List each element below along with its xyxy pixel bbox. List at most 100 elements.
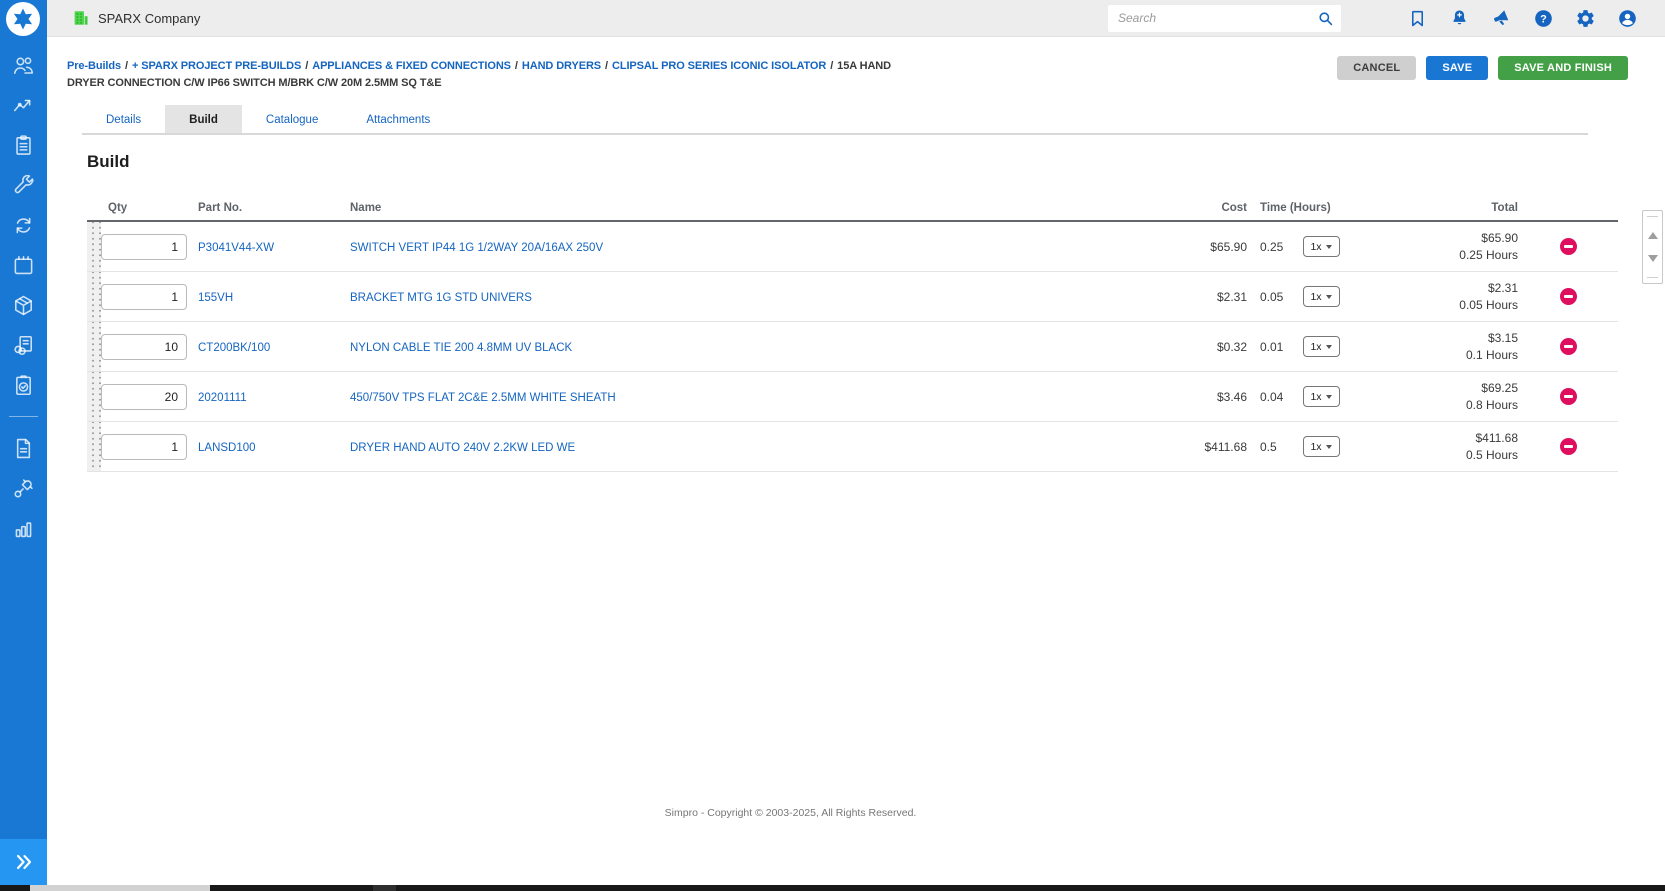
part-no-link[interactable]: CT200BK/100	[198, 342, 270, 354]
part-no-link[interactable]: P3041V44-XW	[198, 242, 274, 254]
account-button[interactable]	[1615, 6, 1639, 30]
sidebar-item-invoices[interactable]	[0, 325, 47, 365]
save-and-finish-button[interactable]: SAVE AND FINISH	[1498, 56, 1628, 80]
qty-cell	[101, 434, 198, 460]
part-no-cell: 20201111	[198, 388, 350, 406]
bookmark-button[interactable]	[1405, 6, 1429, 30]
scroll-bottom-dash	[1647, 277, 1658, 278]
tab-details[interactable]: Details	[82, 105, 165, 133]
sidebar-item-schedule[interactable]	[0, 245, 47, 285]
dropdown-arrow-icon	[1326, 345, 1332, 349]
breadcrumb-link[interactable]: HAND DRYERS	[522, 60, 601, 72]
rate-multiplier-dropdown[interactable]: 1x	[1303, 336, 1340, 357]
total-cell: $69.250.8 Hours	[1343, 380, 1518, 414]
part-no-link[interactable]: LANSD100	[198, 442, 256, 454]
remove-cell	[1518, 288, 1618, 305]
announcements-button[interactable]	[1489, 6, 1513, 30]
settings-button[interactable]	[1573, 6, 1597, 30]
expand-sidebar-button[interactable]	[0, 839, 47, 885]
search-input[interactable]	[1108, 5, 1341, 32]
dropdown-arrow-icon	[1326, 295, 1332, 299]
sidebar-item-recurring[interactable]	[0, 205, 47, 245]
part-no-link[interactable]: 155VH	[198, 292, 233, 304]
qty-input[interactable]	[101, 434, 187, 460]
company-building-icon	[72, 9, 90, 27]
rate-multiplier-dropdown[interactable]: 1x	[1303, 436, 1340, 457]
sidebar-item-inventory[interactable]	[0, 285, 47, 325]
column-header-name: Name	[350, 202, 1147, 214]
breadcrumb-link[interactable]: Pre-Builds	[67, 60, 121, 72]
rate-multiplier-value: 1x	[1310, 241, 1321, 253]
help-button[interactable]: ?	[1531, 6, 1555, 30]
item-name-link[interactable]: BRACKET MTG 1G STD UNIVERS	[350, 292, 532, 304]
rate-multiplier-dropdown[interactable]: 1x	[1303, 286, 1340, 307]
drag-handle[interactable]	[87, 272, 101, 321]
tab-catalogue[interactable]: Catalogue	[242, 105, 342, 133]
jobs-icon	[11, 133, 36, 158]
simpro-logo[interactable]	[6, 2, 40, 36]
dropdown-arrow-icon	[1326, 245, 1332, 249]
double-chevron-right-icon	[13, 851, 35, 873]
topbar-actions: ?	[1405, 6, 1639, 30]
item-name-cell: SWITCH VERT IP44 1G 1/2WAY 20A/16AX 250V	[350, 238, 1147, 256]
remove-cell	[1518, 388, 1618, 405]
scroll-up-button[interactable]	[1648, 232, 1658, 239]
drag-handle[interactable]	[87, 322, 101, 371]
sidebar-item-tasks[interactable]	[0, 365, 47, 405]
sidebar-item-documents[interactable]	[0, 428, 47, 468]
remove-row-button[interactable]	[1560, 238, 1577, 255]
rate-multiplier-dropdown[interactable]: 1x	[1303, 386, 1340, 407]
qty-input[interactable]	[101, 284, 187, 310]
remove-row-button[interactable]	[1560, 338, 1577, 355]
cost-value: $2.31	[1147, 290, 1247, 304]
tab-build[interactable]: Build	[165, 105, 242, 133]
horizontal-scrollbar-thumb[interactable]	[30, 885, 210, 891]
item-name-link[interactable]: NYLON CABLE TIE 200 4.8MM UV BLACK	[350, 342, 572, 354]
part-no-link[interactable]: 20201111	[198, 392, 247, 404]
breadcrumb-link[interactable]: + SPARX PROJECT PRE-BUILDS	[132, 60, 301, 72]
column-header-cost: Cost	[1147, 202, 1247, 214]
breadcrumb: Pre-Builds/+ SPARX PROJECT PRE-BUILDS/AP…	[67, 58, 912, 92]
sidebar-item-service[interactable]	[0, 165, 47, 205]
rate-cell: 1x	[1299, 236, 1343, 257]
item-name-link[interactable]: SWITCH VERT IP44 1G 1/2WAY 20A/16AX 250V	[350, 242, 603, 254]
settings-icon	[1575, 8, 1596, 29]
drag-handle[interactable]	[87, 222, 101, 271]
tab-attachments[interactable]: Attachments	[342, 105, 454, 133]
remove-row-button[interactable]	[1560, 388, 1577, 405]
part-no-cell: CT200BK/100	[198, 338, 350, 356]
qty-input[interactable]	[101, 234, 187, 260]
help-icon: ?	[1533, 8, 1554, 29]
time-value: 0.5	[1247, 440, 1299, 454]
sidebar-item-reports[interactable]	[0, 508, 47, 548]
rate-cell: 1x	[1299, 336, 1343, 357]
drag-handle[interactable]	[87, 372, 101, 421]
remove-cell	[1518, 438, 1618, 455]
remove-row-button[interactable]	[1560, 288, 1577, 305]
item-name-link[interactable]: DRYER HAND AUTO 240V 2.2KW LED WE	[350, 442, 575, 454]
qty-cell	[101, 234, 198, 260]
company-selector: SPARX Company	[72, 9, 200, 27]
save-button[interactable]: SAVE	[1426, 56, 1488, 80]
breadcrumb-link[interactable]: APPLIANCES & FIXED CONNECTIONS	[312, 60, 511, 72]
rate-multiplier-value: 1x	[1310, 341, 1321, 353]
item-name-cell: BRACKET MTG 1G STD UNIVERS	[350, 288, 1147, 306]
qty-input[interactable]	[101, 334, 187, 360]
item-name-link[interactable]: 450/750V TPS FLAT 2C&E 2.5MM WHITE SHEAT…	[350, 392, 616, 404]
drag-handle[interactable]	[87, 422, 101, 471]
svg-text:?: ?	[1540, 13, 1547, 25]
sidebar-item-jobs[interactable]	[0, 125, 47, 165]
breadcrumb-link[interactable]: CLIPSAL PRO SERIES ICONIC ISOLATOR	[612, 60, 826, 72]
column-header-qty: Qty	[101, 202, 198, 214]
total-cost-value: $411.68	[1343, 430, 1518, 447]
rate-multiplier-dropdown[interactable]: 1x	[1303, 236, 1340, 257]
sidebar-item-sales[interactable]	[0, 85, 47, 125]
qty-input[interactable]	[101, 384, 187, 410]
cancel-button[interactable]: CANCEL	[1337, 56, 1416, 80]
sidebar-item-people[interactable]	[0, 45, 47, 85]
table-row: CT200BK/100 NYLON CABLE TIE 200 4.8MM UV …	[87, 322, 1618, 372]
scroll-down-button[interactable]	[1648, 255, 1658, 262]
remove-row-button[interactable]	[1560, 438, 1577, 455]
notifications-button[interactable]	[1447, 6, 1471, 30]
sidebar-item-utilities[interactable]	[0, 468, 47, 508]
